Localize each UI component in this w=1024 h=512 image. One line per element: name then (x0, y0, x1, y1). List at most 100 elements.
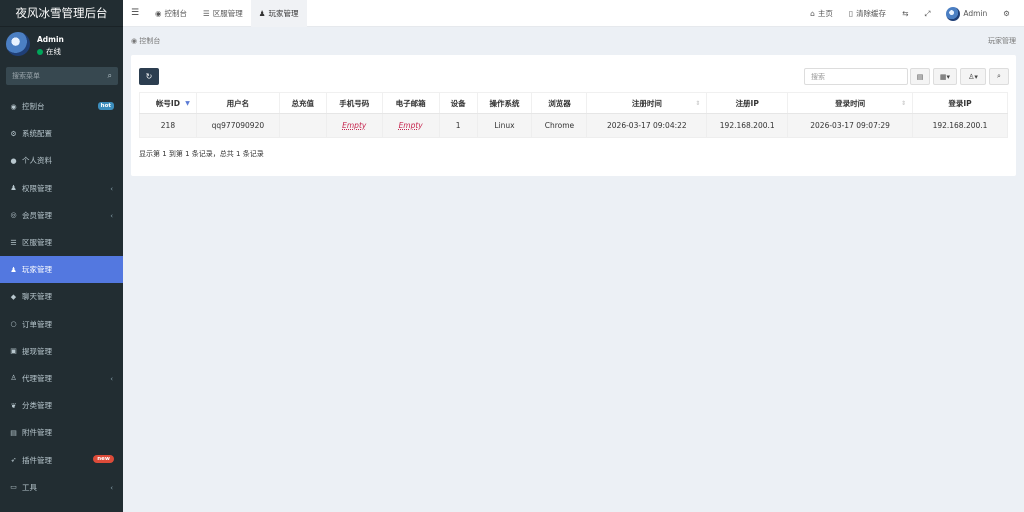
menu-badge: hot (97, 102, 114, 110)
column-header: 电子邮箱 (381, 92, 440, 114)
table-search[interactable] (804, 68, 908, 85)
column-header: 手机号码 (325, 92, 383, 114)
menu-toggle-icon[interactable]: ☰ (123, 8, 147, 18)
table-cell: 192.168.200.1 (706, 113, 789, 138)
sidebar-item-label: 附件管理 (22, 428, 52, 438)
columns-button[interactable]: ▦▾ (933, 68, 957, 85)
cell-value: Chrome (544, 121, 575, 130)
sidebar-item-label: 个人资料 (22, 156, 52, 166)
user-name: Admin (37, 35, 64, 44)
group-icon: ♟ (10, 184, 17, 193)
players-table: 帐号ID ▼ 用户名 总充值 手机号码 电子邮箱 设备 操作系统 浏览器 注册时间 ⇕ 注册IP 登录时… (139, 92, 1008, 138)
table-cell: 1 (438, 113, 478, 138)
sidebar-item-14[interactable]: ▭ 工具 ‹ (0, 474, 123, 501)
sidebar-item-6[interactable]: ♟ 玩家管理 (0, 256, 123, 284)
tab-server[interactable]: ☰ 区服管理 (195, 0, 251, 27)
trash-icon: ▯ (848, 9, 854, 18)
users-icon: ♟ (258, 8, 266, 18)
tab-dashboard[interactable]: ◉ 控制台 (147, 0, 195, 27)
search-button[interactable]: ⌕ (989, 68, 1009, 85)
sidebar-item-5[interactable]: ☰ 区服管理 (0, 229, 123, 256)
sidebar-item-label: 权限管理 (22, 183, 52, 193)
sidebar-item-label: 订单管理 (22, 319, 52, 329)
user-circle-icon: ◎ (10, 211, 17, 220)
sidebar-item-10[interactable]: ♙ 代理管理 ‹ (0, 365, 123, 392)
fullscreen-icon: ⤢ (924, 8, 931, 18)
search-icon: ⌕ (997, 72, 1001, 80)
filter-user-button[interactable]: ♙▾ (960, 68, 986, 85)
column-header[interactable]: 帐号ID ▼ (139, 92, 197, 114)
sidebar-item-label: 代理管理 (22, 373, 52, 383)
table-cell: Linux (476, 113, 533, 138)
sidebar-item-1[interactable]: ⚙ 系统配置 (0, 120, 123, 147)
sidebar-item-label: 会员管理 (22, 210, 52, 220)
table-cell: Chrome (531, 113, 588, 138)
sidebar-item-label: 系统配置 (22, 129, 52, 139)
sidebar-item-label: 区服管理 (22, 238, 52, 248)
sidebar-item-label: 控制台 (22, 102, 45, 112)
column-header: 用户名 (195, 92, 280, 114)
top-header: ☰ ◉ 控制台 ☰ 区服管理 ♟ 玩家管理 ⌂ 主页 ▯ 清除缓存 ⇆ ⤢ Admin ⚙ (123, 0, 1024, 27)
sidebar-item-2[interactable]: ● 个人资料 (0, 147, 123, 174)
refresh-button[interactable]: ↻ (139, 68, 159, 85)
chevron-left-icon: ‹ (110, 184, 113, 193)
table-row[interactable]: 218 qq977090920 Empty Empty 1 Linux Chrome 2026… (139, 113, 1008, 138)
sidebar-search[interactable]: ⌕ (6, 67, 118, 85)
admin-menu[interactable]: Admin (938, 0, 995, 27)
settings-button[interactable]: ⚙ (995, 0, 1018, 27)
home-link[interactable]: ⌂ 主页 (802, 0, 841, 27)
sidebar-item-9[interactable]: ▣ 提现管理 (0, 338, 123, 365)
rocket-icon: ➶ (10, 456, 17, 465)
sort-icon[interactable]: ⇕ (901, 100, 906, 107)
sidebar-item-12[interactable]: ▤ 附件管理 (0, 419, 123, 446)
tab-label: 玩家管理 (268, 8, 299, 18)
column-header-label: 用户名 (226, 98, 250, 108)
admin-label: Admin (963, 9, 988, 18)
sidebar-item-7[interactable]: ◆ 聊天管理 (0, 283, 123, 310)
sidebar-item-0[interactable]: ◉ 控制台 hot (0, 93, 123, 120)
sidebar-item-label: 聊天管理 (22, 292, 52, 302)
file-icon: ▤ (10, 428, 17, 437)
empty-value: Empty (342, 121, 367, 130)
sidebar-item-8[interactable]: ○ 订单管理 (0, 311, 123, 338)
translate-button[interactable]: ⇆ (894, 0, 916, 27)
sidebar-item-4[interactable]: ◎ 会员管理 ‹ (0, 202, 123, 229)
sidebar-search-input[interactable] (12, 72, 92, 80)
column-header-label: 电子邮箱 (395, 98, 426, 108)
sort-icon[interactable]: ⇕ (695, 100, 700, 107)
table-search-input[interactable] (811, 72, 901, 81)
column-header[interactable]: 注册时间 ⇕ (586, 92, 708, 114)
table-cell: Empty (325, 113, 383, 138)
money-icon: ▣ (10, 347, 17, 356)
column-header[interactable]: 登录时间 ⇕ (787, 92, 913, 114)
sort-icon[interactable]: ▼ (185, 100, 190, 107)
cell-value: 2026-03-17 09:04:22 (607, 121, 687, 130)
sidebar-item-label: 插件管理 (22, 455, 52, 465)
brand-title[interactable]: 夜风冰雪管理后台 (0, 0, 123, 27)
user-panel: Admin 在线 (0, 27, 123, 63)
home-label: 主页 (817, 9, 833, 18)
fullscreen-button[interactable]: ⤢ (916, 0, 938, 27)
user-filter-icon: ♙▾ (968, 72, 978, 81)
clear-cache-button[interactable]: ▯ 清除缓存 (841, 0, 894, 27)
translate-icon: ⇆ (902, 9, 909, 18)
clear-cache-label: 清除缓存 (856, 9, 887, 18)
document-icon: ▤ (916, 72, 924, 81)
sidebar-item-3[interactable]: ♟ 权限管理 ‹ (0, 175, 123, 202)
sidebar-item-13[interactable]: ➶ 插件管理 new (0, 446, 123, 473)
breadcrumb-left[interactable]: ◉ 控制台 (131, 36, 160, 46)
table-header-row: 帐号ID ▼ 用户名 总充值 手机号码 电子邮箱 设备 操作系统 浏览器 注册时间 ⇕ 注册IP 登录时… (139, 92, 1008, 114)
sidebar-item-label: 分类管理 (22, 401, 52, 411)
refresh-icon: ↻ (145, 72, 153, 81)
chat-icon: ◆ (10, 292, 17, 301)
leaf-icon: ❦ (10, 401, 17, 410)
table-cell: Empty (381, 113, 440, 138)
sidebar-item-11[interactable]: ❦ 分类管理 (0, 392, 123, 419)
search-icon[interactable]: ⌕ (108, 71, 112, 81)
export-button[interactable]: ▤ (910, 68, 930, 85)
column-header-label: 浏览器 (548, 98, 571, 108)
cell-value: Linux (494, 121, 515, 130)
sidebar-item-label: 玩家管理 (22, 265, 52, 275)
tab-players[interactable]: ♟ 玩家管理 (250, 0, 307, 27)
dashboard-icon: ◉ (155, 8, 162, 18)
